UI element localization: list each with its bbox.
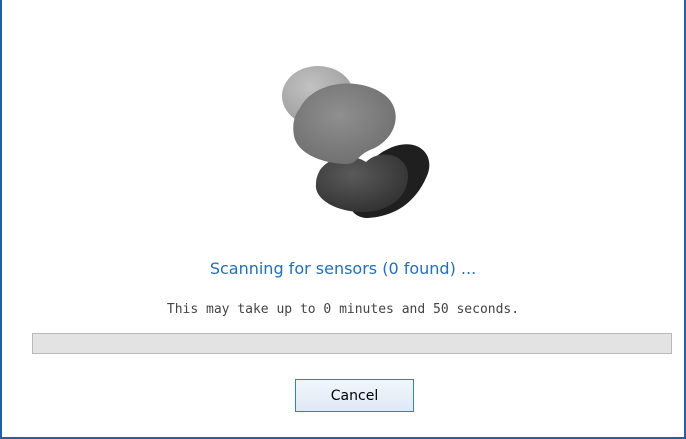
loading-spinner-icon — [258, 58, 448, 238]
cancel-button[interactable]: Cancel — [295, 379, 414, 412]
scan-dialog: Scanning for sensors (0 found) ... This … — [0, 0, 686, 439]
scan-status-text: Scanning for sensors (0 found) ... — [209, 259, 477, 278]
time-estimate-text: This may take up to 0 minutes and 50 sec… — [166, 302, 520, 317]
progress-bar — [32, 333, 672, 354]
